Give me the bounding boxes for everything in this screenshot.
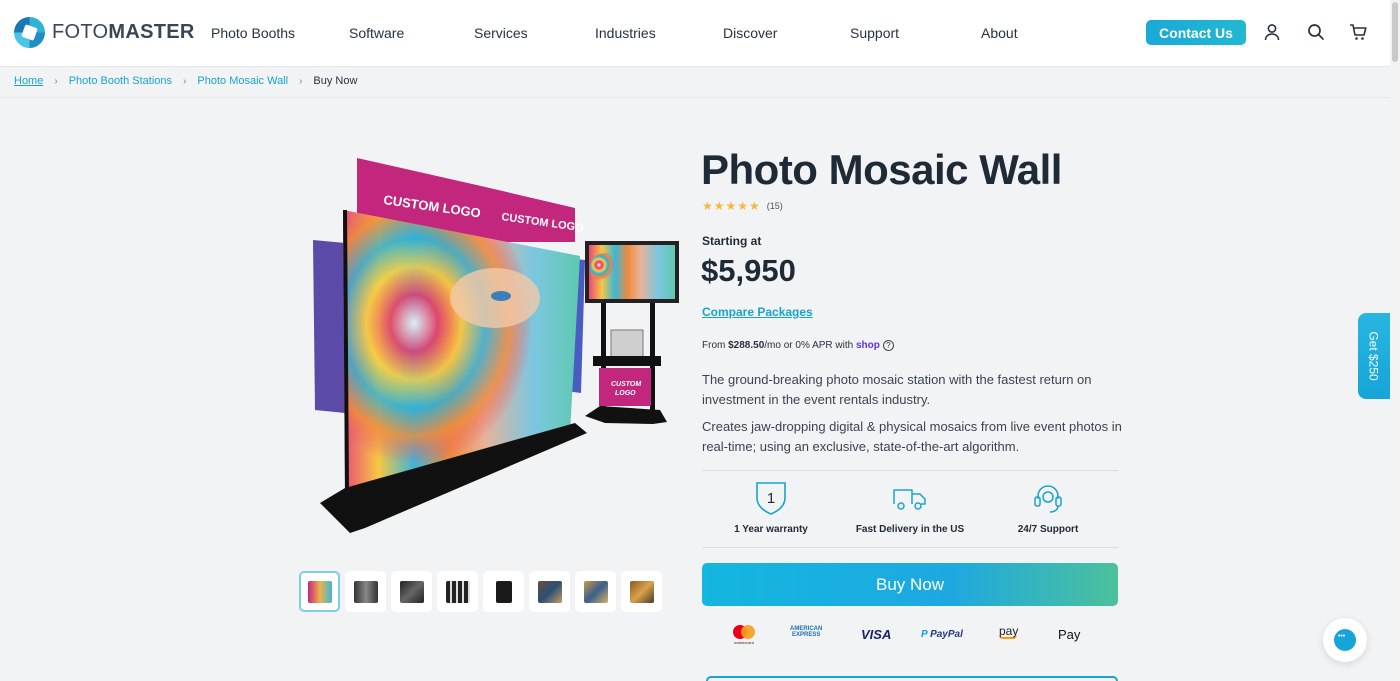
cart-icon[interactable] [1348, 22, 1368, 42]
thumbnail-image [307, 580, 332, 603]
nav-software[interactable]: Software [349, 25, 404, 41]
breadcrumb-photo-booth-stations[interactable]: Photo Booth Stations [69, 75, 172, 87]
paypal-label: PayPal [930, 629, 963, 640]
thumbnail-image [495, 580, 512, 603]
site-header: FOTOMASTER Photo Booths Software Service… [0, 0, 1390, 66]
thumbnail-image [629, 580, 654, 603]
feature-label: 24/7 Support [1017, 524, 1079, 535]
installment-amount: $288.50 [728, 340, 765, 351]
get-250-label: Get $250 [1367, 331, 1381, 381]
product-price: $5,950 [701, 253, 796, 288]
nav-support[interactable]: Support [850, 25, 899, 41]
page-scrollbar[interactable] [1390, 0, 1400, 681]
feature-warranty: 1 1 Year warranty [732, 480, 810, 535]
compare-packages-link[interactable]: Compare Packages [702, 305, 813, 319]
fotomaster-logo[interactable]: FOTOMASTER [14, 17, 195, 48]
feature-delivery: Fast Delivery in the US [853, 480, 967, 535]
chat-icon [1334, 629, 1356, 651]
breadcrumb-separator-icon: › [183, 75, 187, 87]
review-count: (15) [766, 201, 783, 211]
get-250-tab[interactable]: Get $250 [1358, 313, 1390, 399]
thumbnail-5[interactable] [483, 571, 524, 612]
thumbnail-1[interactable] [299, 571, 340, 612]
truck-icon [893, 489, 926, 510]
breadcrumb-divider [0, 97, 1390, 98]
product-title: Photo Mosaic Wall [701, 146, 1062, 193]
installment-text: /mo or 0% APR with [764, 340, 856, 351]
headset-icon [1034, 485, 1062, 513]
feature-support: 24/7 Support [1014, 480, 1082, 535]
shield-number: 1 [767, 490, 775, 507]
nav-services[interactable]: Services [474, 25, 528, 41]
star-rating-icon: ★★★★★ [702, 199, 761, 213]
shop-pay-logo: shop [855, 340, 880, 351]
breadcrumb-photo-mosaic-wall[interactable]: Photo Mosaic Wall [197, 75, 288, 87]
divider [702, 547, 1118, 548]
logo-text: FOTOMASTER [52, 21, 195, 44]
thumbnail-4[interactable] [437, 571, 478, 612]
amex-line-2: EXPRESS [791, 632, 821, 638]
nav-industries[interactable]: Industries [595, 25, 656, 41]
buy-now-button[interactable]: Buy Now [702, 563, 1118, 606]
logo-text-bold: MASTER [108, 21, 195, 43]
thumbnail-image [445, 580, 470, 603]
mastercard-icon: mastercard [730, 624, 758, 649]
feature-label: Fast Delivery in the US [855, 524, 965, 535]
nav-photo-booths[interactable]: Photo Booths [211, 25, 295, 41]
nav-about[interactable]: About [981, 25, 1018, 41]
paypal-mark: P [921, 629, 931, 640]
contact-us-button[interactable]: Contact Us [1146, 20, 1246, 45]
image-stand-logo-text: LOGO [615, 390, 636, 397]
help-icon[interactable]: ? [882, 340, 894, 351]
apple-pay-label: Pay [1058, 627, 1081, 642]
breadcrumb-separator-icon: › [54, 75, 58, 87]
amazon-pay-label: pay [999, 624, 1019, 638]
divider [702, 470, 1118, 471]
breadcrumb-separator-icon: › [299, 75, 303, 87]
breadcrumb: Home › Photo Booth Stations › Photo Mosa… [14, 75, 357, 87]
starting-at-label: Starting at [702, 234, 762, 248]
product-main-image[interactable]: CUSTOM LOGO CUSTOM LOGO CUSTOM LOGO [305, 148, 690, 543]
thumbnail-image [583, 580, 608, 603]
image-stand-logo-text: CUSTOM [611, 381, 641, 388]
logo-text-light: FOTO [52, 21, 109, 43]
product-rating[interactable]: ★★★★★ (15) [702, 199, 783, 213]
visa-icon: VISA [861, 627, 892, 642]
thumbnail-image [537, 580, 562, 603]
secondary-button-partial[interactable] [706, 676, 1118, 681]
installment-info: From $288.50/mo or 0% APR with shop? [702, 340, 894, 351]
product-description-2: Creates jaw-dropping digital & physical … [702, 419, 1122, 454]
feature-label: 1 Year warranty [734, 524, 808, 535]
thumbnail-image [353, 580, 378, 603]
nav-discover[interactable]: Discover [723, 25, 777, 41]
search-icon[interactable] [1306, 22, 1326, 42]
product-description-1: The ground-breaking photo mosaic station… [702, 372, 1092, 407]
paypal-icon: P PayPal [921, 629, 963, 640]
amex-icon: AMERICAN EXPRESS [790, 626, 822, 638]
thumbnail-8[interactable] [621, 571, 662, 612]
apple-pay-icon: Pay [1058, 627, 1080, 642]
shield-one-icon: 1 [756, 482, 786, 515]
user-icon[interactable] [1262, 22, 1282, 42]
thumbnail-6[interactable] [529, 571, 570, 612]
scrollbar-thumb[interactable] [1392, 2, 1398, 62]
thumbnail-3[interactable] [391, 571, 432, 612]
mastercard-caption: mastercard [734, 640, 754, 645]
breadcrumb-current: Buy Now [313, 75, 358, 87]
thumbnail-7[interactable] [575, 571, 616, 612]
thumbnail-2[interactable] [345, 571, 386, 612]
thumbnail-gallery [299, 571, 662, 612]
thumbnail-image [399, 580, 424, 603]
chat-button[interactable] [1323, 618, 1367, 662]
installment-prefix: From [702, 340, 729, 351]
logo-mark-icon [14, 17, 45, 48]
amazon-pay-icon: pay [999, 624, 1018, 639]
breadcrumb-home[interactable]: Home [14, 75, 43, 87]
